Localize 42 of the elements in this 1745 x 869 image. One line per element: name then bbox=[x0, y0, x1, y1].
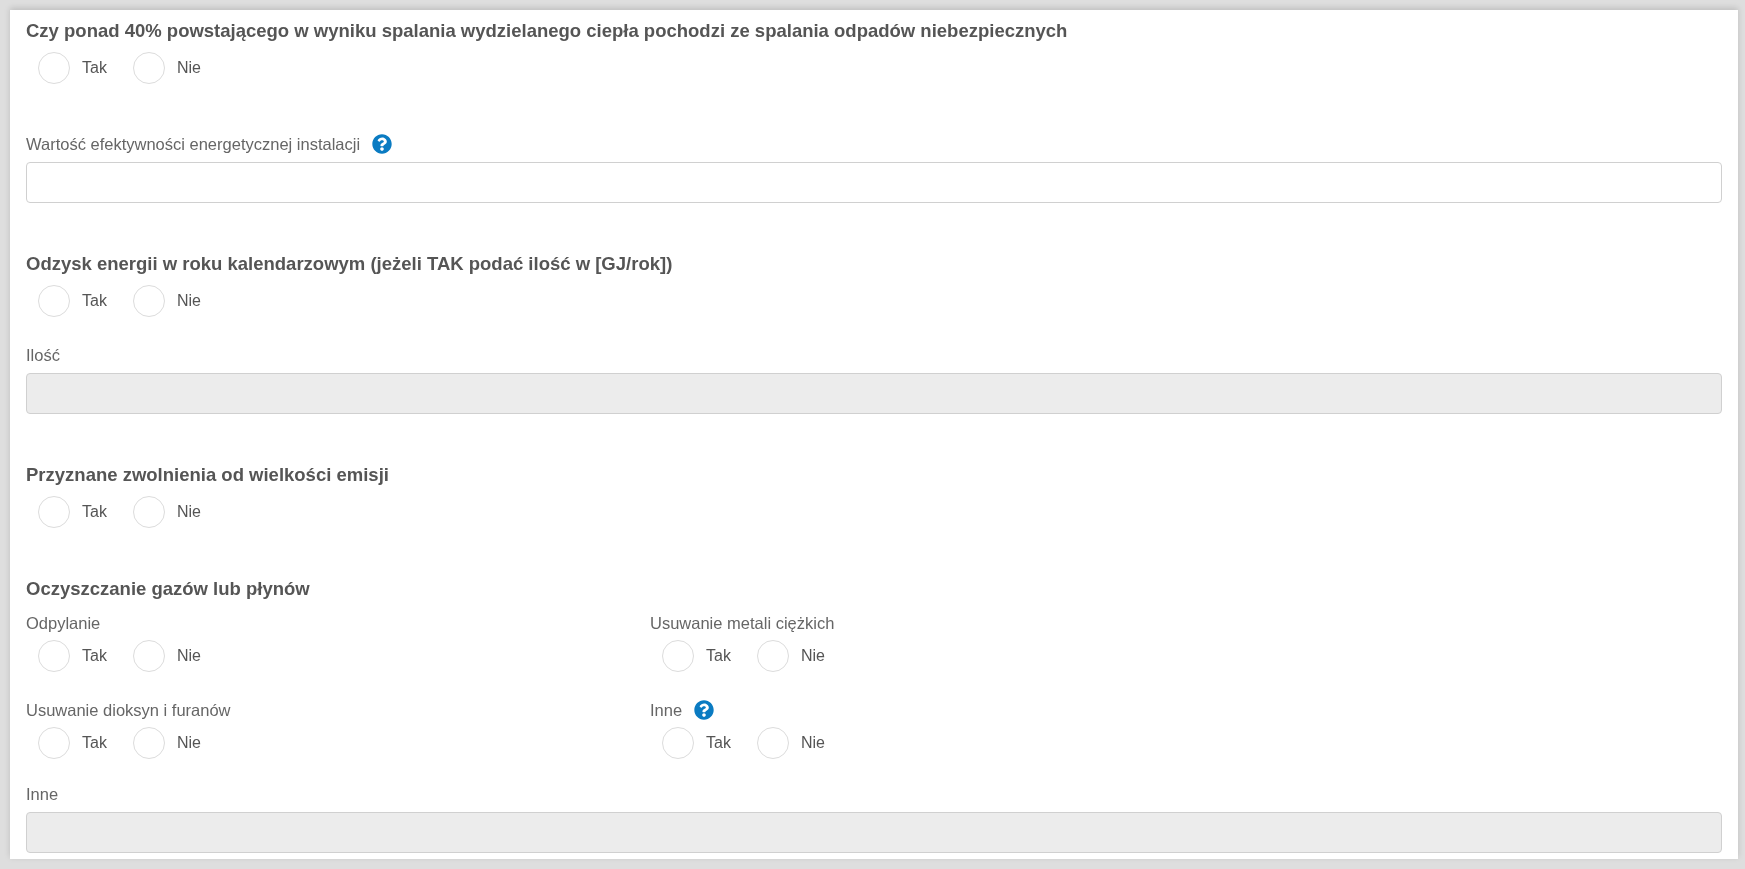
radio-label[interactable]: Nie bbox=[176, 731, 201, 755]
radio-button[interactable] bbox=[132, 640, 165, 672]
field-label: Wartość efektywności energetycznej instalacji bbox=[26, 133, 361, 155]
radio-label[interactable]: Tak bbox=[706, 644, 731, 668]
question-label: Odpylanie bbox=[26, 612, 101, 634]
question-heading: Czy ponad 40% powstającego w wyniku spalania wydzielanego ciepła pochodzi ze spalania odpadów niebezpiecznych bbox=[26, 20, 1069, 42]
radio-label[interactable]: Nie bbox=[176, 56, 201, 80]
radio-button[interactable] bbox=[132, 727, 165, 759]
radio-label[interactable]: Tak bbox=[82, 731, 107, 755]
help-icon[interactable] bbox=[372, 134, 393, 154]
radio-label[interactable]: Nie bbox=[800, 644, 825, 668]
radio-button[interactable] bbox=[38, 640, 70, 672]
question-heading: Przyznane zwolnienia od wielkości emisji bbox=[26, 464, 390, 486]
radio-label[interactable]: Tak bbox=[82, 644, 107, 668]
radio-button[interactable] bbox=[756, 640, 789, 672]
question-label: Inne bbox=[650, 699, 683, 721]
field-label: Inne bbox=[26, 783, 59, 805]
field-label: Ilość bbox=[26, 344, 60, 366]
help-icon[interactable] bbox=[694, 700, 715, 720]
radio-label[interactable]: Nie bbox=[800, 731, 825, 755]
radio-button[interactable] bbox=[132, 496, 165, 528]
radio-label[interactable]: Tak bbox=[706, 731, 731, 755]
radio-label[interactable]: Nie bbox=[176, 500, 201, 524]
radio-label[interactable]: Nie bbox=[176, 644, 201, 668]
radio-button[interactable] bbox=[662, 640, 694, 672]
radio-button[interactable] bbox=[756, 727, 789, 759]
question-label: Usuwanie metali ciężkich bbox=[650, 612, 835, 634]
radio-button[interactable] bbox=[132, 285, 165, 317]
radio-label[interactable]: Tak bbox=[82, 56, 107, 80]
radio-button[interactable] bbox=[38, 285, 70, 317]
radio-button[interactable] bbox=[38, 52, 70, 84]
question-heading: Odzysk energii w roku kalendarzowym (jeżeli TAK podać ilość w [GJ/rok]) bbox=[26, 253, 674, 275]
radio-button[interactable] bbox=[662, 727, 694, 759]
radio-button[interactable] bbox=[38, 496, 70, 528]
radio-label[interactable]: Tak bbox=[82, 500, 107, 524]
question-heading: Oczyszczanie gazów lub płynów bbox=[26, 578, 311, 600]
radio-button[interactable] bbox=[38, 727, 70, 759]
question-label: Usuwanie dioksyn i furanów bbox=[26, 699, 231, 721]
input-field[interactable] bbox=[26, 162, 1722, 203]
radio-button[interactable] bbox=[132, 52, 165, 84]
radio-label[interactable]: Tak bbox=[82, 289, 107, 313]
radio-label[interactable]: Nie bbox=[176, 289, 201, 313]
